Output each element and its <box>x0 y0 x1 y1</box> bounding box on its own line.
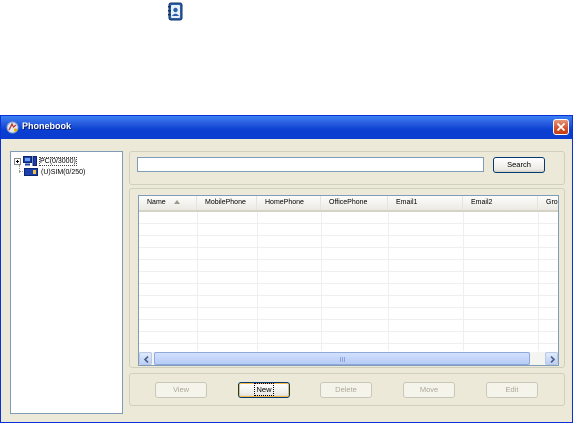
table-row <box>139 308 558 320</box>
close-button[interactable] <box>553 119 569 135</box>
table-row <box>139 284 558 296</box>
column-divider <box>538 212 539 351</box>
search-input[interactable] <box>137 157 484 172</box>
column-header-name[interactable]: Name <box>139 196 197 210</box>
column-divider <box>388 212 389 351</box>
table-row <box>139 332 558 344</box>
sort-ascending-icon <box>173 200 180 205</box>
view-button[interactable]: View <box>155 382 207 398</box>
search-button[interactable]: Search <box>493 157 545 173</box>
table-row <box>139 236 558 248</box>
chevron-right-icon <box>550 356 556 363</box>
table-row <box>139 224 558 236</box>
new-button-label: New <box>254 383 274 396</box>
title-bar[interactable]: Phonebook <box>1 116 572 139</box>
tree-item-sim[interactable]: (U)SIM(0/250) <box>24 166 85 178</box>
action-buttons-group: View New Delete Move Edit <box>129 373 565 406</box>
contacts-book-icon[interactable] <box>165 2 185 22</box>
phonebook-window: Phonebook PC(0/3000) (U)SIM(0/250) Searc… <box>0 115 573 423</box>
table-header: Name MobilePhone HomePhone OfficePhone E… <box>139 196 558 212</box>
table-row <box>139 272 558 284</box>
pc-icon <box>23 156 37 166</box>
contacts-grid-group: Name MobilePhone HomePhone OfficePhone E… <box>129 188 565 368</box>
table-row <box>139 248 558 260</box>
column-divider <box>257 212 258 351</box>
table-row <box>139 212 558 224</box>
contact-source-tree[interactable]: PC(0/3000) (U)SIM(0/250) <box>10 151 123 414</box>
expand-icon[interactable] <box>14 157 21 165</box>
table-row <box>139 320 558 332</box>
window-title: Phonebook <box>22 121 71 131</box>
phonebook-app-icon <box>6 121 19 134</box>
grip-icon <box>340 357 346 362</box>
sim-card-icon <box>24 168 38 176</box>
delete-button[interactable]: Delete <box>320 382 372 398</box>
scrollbar-thumb[interactable] <box>154 352 530 365</box>
column-header-homephone[interactable]: HomePhone <box>257 196 321 210</box>
scroll-left-button[interactable] <box>139 352 152 365</box>
chevron-left-icon <box>143 356 149 363</box>
column-header-email1[interactable]: Email1 <box>388 196 463 210</box>
horizontal-scrollbar[interactable] <box>139 352 558 365</box>
edit-button[interactable]: Edit <box>486 382 538 398</box>
column-header-group[interactable]: Grou <box>538 196 558 210</box>
column-divider <box>463 212 464 351</box>
table-row <box>139 296 558 308</box>
column-header-officephone[interactable]: OfficePhone <box>321 196 388 210</box>
column-header-mobilephone[interactable]: MobilePhone <box>197 196 257 210</box>
tree-item-label: (U)SIM(0/250) <box>41 168 86 176</box>
table-row <box>139 260 558 272</box>
move-button[interactable]: Move <box>403 382 455 398</box>
scroll-right-button[interactable] <box>545 352 558 365</box>
table-body <box>139 212 558 351</box>
column-divider <box>321 212 322 351</box>
tree-item-label: PC(0/3000) <box>39 156 77 166</box>
contacts-table[interactable]: Name MobilePhone HomePhone OfficePhone E… <box>138 195 559 366</box>
new-button[interactable]: New <box>238 382 290 398</box>
column-header-email2[interactable]: Email2 <box>463 196 538 210</box>
close-icon <box>556 122 566 132</box>
search-group: Search <box>129 151 565 185</box>
column-divider <box>197 212 198 351</box>
